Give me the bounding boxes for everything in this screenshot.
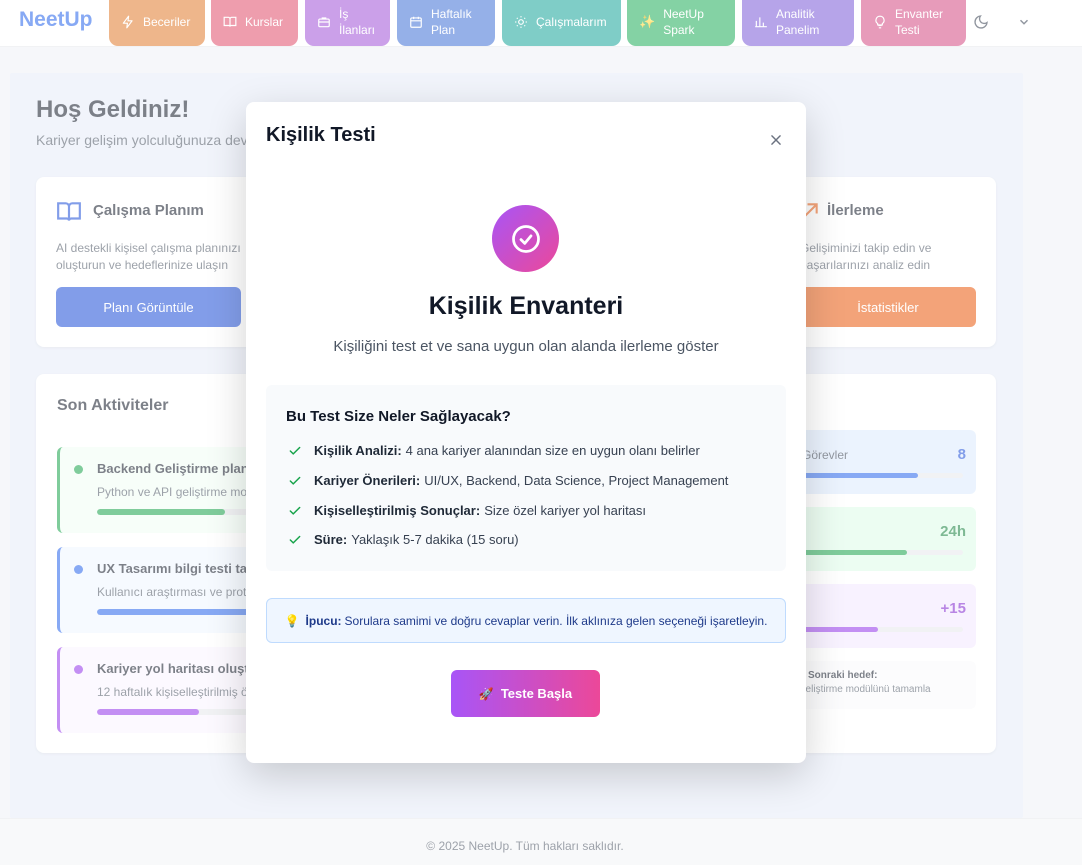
check-icon [289, 446, 301, 455]
benefit-text: UI/UX, Backend, Data Science, Project Ma… [424, 473, 729, 488]
lightbulb-icon: 💡 [284, 613, 300, 628]
modal-title: Kişilik Testi [266, 124, 376, 146]
close-icon [771, 135, 781, 145]
benefit-item: Kişiselleştirilmiş Sonuçlar: Size özel ka… [288, 503, 646, 518]
start-test-label: Teste Başla [500, 686, 573, 701]
benefits-box: Bu Test Size Neler Sağlayacak? Kişilik A… [266, 385, 786, 571]
benefit-label: Kariyer Önerileri: [314, 473, 421, 488]
benefit-text: Yaklaşık 5-7 dakika (15 soru) [351, 532, 519, 547]
check-circle-icon [511, 224, 540, 253]
tip-label: İpucu: [305, 613, 342, 628]
benefit-text: 4 ana kariyer alanından size en uygun ol… [405, 443, 700, 458]
inventory-subtitle: Kişiliğini test et ve sana uygun olan al… [333, 338, 719, 355]
personality-test-modal: Kişilik Testi Kişilik Envanteri Kişiliği… [246, 102, 806, 763]
start-test-button[interactable]: 🚀 Teste Başla [451, 670, 600, 717]
benefit-text: Size özel kariyer yol haritası [484, 503, 647, 518]
tip-text: Sorulara samimi ve doğru cevaplar verin.… [344, 613, 768, 628]
benefit-label: Kişiselleştirilmiş Sonuçlar: [314, 503, 481, 518]
benefit-item: Kişilik Analizi: 4 ana kariyer alanından … [288, 443, 700, 458]
benefits-title: Bu Test Size Neler Sağlayacak? [286, 408, 511, 425]
check-icon [289, 535, 301, 544]
check-badge [492, 205, 559, 272]
inventory-title: Kişilik Envanteri [428, 292, 624, 320]
check-icon [289, 476, 301, 485]
check-icon [289, 506, 301, 515]
tip-box: 💡 İpucu: Sorulara samimi ve doğru cevapla… [266, 598, 786, 643]
benefit-item: Süre: Yaklaşık 5-7 dakika (15 soru) [288, 532, 519, 547]
benefit-item: Kariyer Önerileri: UI/UX, Backend, Data S… [288, 473, 728, 488]
benefit-label: Kişilik Analizi: [314, 443, 402, 458]
rocket-icon: 🚀 [478, 686, 494, 701]
benefit-label: Süre: [314, 532, 348, 547]
modal-close-button[interactable] [766, 130, 786, 150]
